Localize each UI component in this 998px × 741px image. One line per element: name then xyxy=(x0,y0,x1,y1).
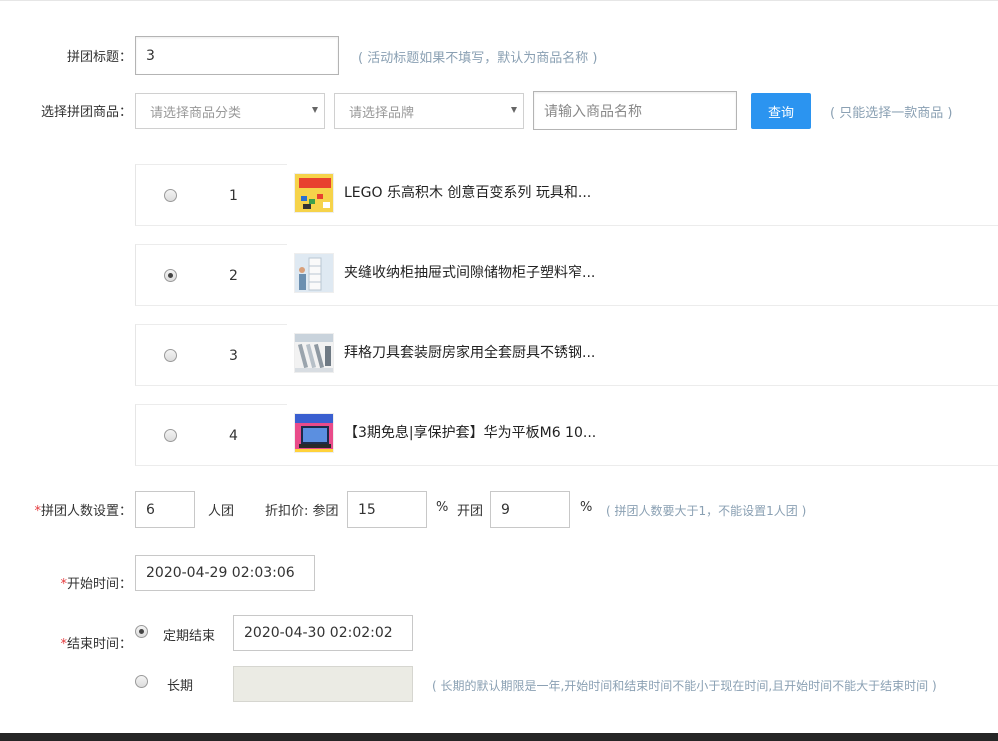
percent-sign: % xyxy=(436,500,449,515)
product-row[interactable]: 3 拜格刀具套装厨房家用全套厨具不锈钢... xyxy=(135,324,998,386)
product-info: 拜格刀具套装厨房家用全套厨具不锈钢... xyxy=(287,324,998,386)
end-time-label: *结束时间： xyxy=(10,633,132,652)
open-discount-value: 9 xyxy=(501,501,510,518)
product-row[interactable]: 2 夹缝收纳柜抽屉式间隙储物柜子塑料窄... xyxy=(135,244,998,306)
percent-sign: % xyxy=(580,500,593,515)
product-radio[interactable] xyxy=(164,189,177,202)
group-settings-label-text: 拼团人数设置： xyxy=(40,504,132,519)
tablet-thumbnail xyxy=(294,413,334,453)
fixed-end-option-label[interactable]: 定期结束 xyxy=(163,625,215,644)
end-time-input[interactable]: 2020-04-30 02:02:02 xyxy=(233,615,413,651)
open-discount-input[interactable]: 9 xyxy=(490,491,570,528)
storage-cabinet-thumbnail xyxy=(294,253,334,293)
group-people-unit: 人团 xyxy=(208,504,235,519)
product-info: LEGO 乐高积木 创意百变系列 玩具和... xyxy=(287,164,998,226)
product-index: 2 xyxy=(229,268,238,284)
product-radio-cell[interactable]: 2 xyxy=(135,244,287,306)
fixed-end-radio[interactable] xyxy=(135,625,148,638)
chevron-down-icon xyxy=(511,107,517,113)
product-name-placeholder: 请输入商品名称 xyxy=(544,103,642,120)
product-radio[interactable] xyxy=(164,349,177,362)
open-group-label: 开团 xyxy=(457,504,484,519)
group-settings-label: *拼团人数设置： xyxy=(10,500,132,519)
group-people-input[interactable]: 6 xyxy=(135,491,195,528)
product-row[interactable]: 4 【3期免息|享保护套】华为平板M6 10... xyxy=(135,404,998,466)
end-time-label-text: 结束时间： xyxy=(66,637,132,652)
knife-set-thumbnail xyxy=(294,333,334,373)
title-hint: ( 活动标题如果不填写，默认为商品名称 ) xyxy=(358,51,598,66)
product-radio[interactable] xyxy=(164,429,177,442)
product-info: 夹缝收纳柜抽屉式间隙储物柜子塑料窄... xyxy=(287,244,998,306)
product-name: 拜格刀具套装厨房家用全套厨具不锈钢... xyxy=(344,345,596,361)
product-index: 3 xyxy=(229,348,238,364)
title-input[interactable]: 3 xyxy=(135,36,339,75)
product-index: 4 xyxy=(229,428,238,444)
product-radio-cell[interactable]: 4 xyxy=(135,404,287,466)
long-term-radio[interactable] xyxy=(135,675,148,688)
product-name: LEGO 乐高积木 创意百变系列 玩具和... xyxy=(344,185,592,201)
chevron-down-icon xyxy=(312,107,318,113)
product-name-input[interactable]: 请输入商品名称 xyxy=(533,91,737,130)
title-input-value: 3 xyxy=(146,47,155,64)
start-time-input[interactable]: 2020-04-29 02:03:06 xyxy=(135,555,315,591)
discount-join-label: 折扣价: 参团 xyxy=(265,504,339,519)
product-info: 【3期免息|享保护套】华为平板M6 10... xyxy=(287,404,998,466)
product-name: 【3期免息|享保护套】华为平板M6 10... xyxy=(344,425,597,441)
long-term-option-label[interactable]: 长期 xyxy=(167,675,193,694)
search-button[interactable]: 查询 xyxy=(751,93,811,129)
product-name: 夹缝收纳柜抽屉式间隙储物柜子塑料窄... xyxy=(344,265,596,281)
product-row[interactable]: 1 LEGO 乐高积木 创意百变系列 玩具和... xyxy=(135,164,998,226)
join-discount-value: 15 xyxy=(358,501,376,518)
group-settings-hint: ( 拼团人数要大于1，不能设置1人团 ) xyxy=(606,504,807,518)
brand-select[interactable]: 请选择品牌 xyxy=(334,93,524,129)
top-divider xyxy=(0,0,998,1)
join-discount-input[interactable]: 15 xyxy=(347,491,427,528)
product-radio-cell[interactable]: 1 xyxy=(135,164,287,226)
bottom-bar xyxy=(0,733,998,741)
product-radio-cell[interactable]: 3 xyxy=(135,324,287,386)
product-select-label: 选择拼团商品： xyxy=(40,105,132,120)
long-term-input-disabled xyxy=(233,666,413,702)
product-index: 1 xyxy=(229,188,238,204)
product-select-hint: ( 只能选择一款商品 ) xyxy=(830,106,953,121)
start-time-label-text: 开始时间： xyxy=(66,577,132,592)
title-label: 拼团标题： xyxy=(66,50,132,65)
group-people-value: 6 xyxy=(146,501,155,518)
product-radio-selected[interactable] xyxy=(164,269,177,282)
brand-select-placeholder: 请选择品牌 xyxy=(349,105,415,121)
start-time-label: *开始时间： xyxy=(10,573,132,592)
lego-box-thumbnail xyxy=(294,173,334,213)
start-time-value: 2020-04-29 02:03:06 xyxy=(146,565,295,581)
category-select[interactable]: 请选择商品分类 xyxy=(135,93,325,129)
end-time-value: 2020-04-30 02:02:02 xyxy=(244,625,393,641)
category-select-placeholder: 请选择商品分类 xyxy=(150,105,242,121)
end-time-hint: ( 长期的默认期限是一年,开始时间和结束时间不能小于现在时间,且开始时间不能大于… xyxy=(432,679,937,693)
